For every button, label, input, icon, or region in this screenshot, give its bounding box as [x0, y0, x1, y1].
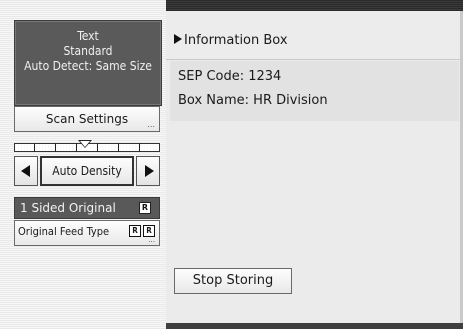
scan-settings-label: Scan Settings: [45, 112, 129, 126]
stop-storing-button[interactable]: Stop Storing: [174, 268, 292, 294]
page-title: Information Box: [174, 33, 288, 49]
title-triangle-icon: [174, 34, 182, 44]
density-controls: Auto Density: [14, 156, 160, 188]
scan-settings-button[interactable]: Scan Settings ...: [14, 106, 160, 132]
box-name: Box Name: HR Division: [178, 93, 328, 108]
bottom-bar: [166, 323, 463, 329]
scan-mode-display: Text Standard Auto Detect: Same Size: [14, 20, 162, 106]
density-darker-button[interactable]: [136, 156, 160, 186]
mode-quality: Standard: [63, 44, 113, 58]
top-bar-left: [0, 0, 166, 11]
document-icon: R: [139, 202, 151, 214]
main-header: Information Box: [166, 11, 463, 60]
density-lighter-button[interactable]: [14, 156, 38, 186]
mode-type: Text: [77, 29, 99, 43]
left-arrow-icon: [21, 165, 30, 177]
more-indicator: ...: [147, 120, 155, 129]
one-sided-original-button[interactable]: 1 Sided Original R: [14, 197, 160, 219]
main-panel: Information Box SEP Code: 1234 Box Name:…: [166, 11, 463, 323]
right-arrow-icon: [145, 165, 154, 177]
orientation-icon: R: [129, 225, 141, 237]
box-info: SEP Code: 1234 Box Name: HR Division: [170, 61, 459, 121]
original-feed-type-button[interactable]: Original Feed Type R R ...: [14, 220, 160, 246]
mode-size: Auto Detect: Same Size: [24, 59, 152, 73]
one-sided-original-label: 1 Sided Original: [20, 201, 116, 215]
original-feed-type-label: Original Feed Type: [18, 225, 110, 238]
density-slider[interactable]: [14, 140, 160, 156]
density-slider-marker-fill: [80, 141, 90, 147]
auto-density-button[interactable]: Auto Density: [40, 156, 134, 186]
more-indicator: ...: [148, 235, 155, 244]
sep-code: SEP Code: 1234: [178, 69, 282, 84]
page-title-text: Information Box: [184, 33, 288, 48]
